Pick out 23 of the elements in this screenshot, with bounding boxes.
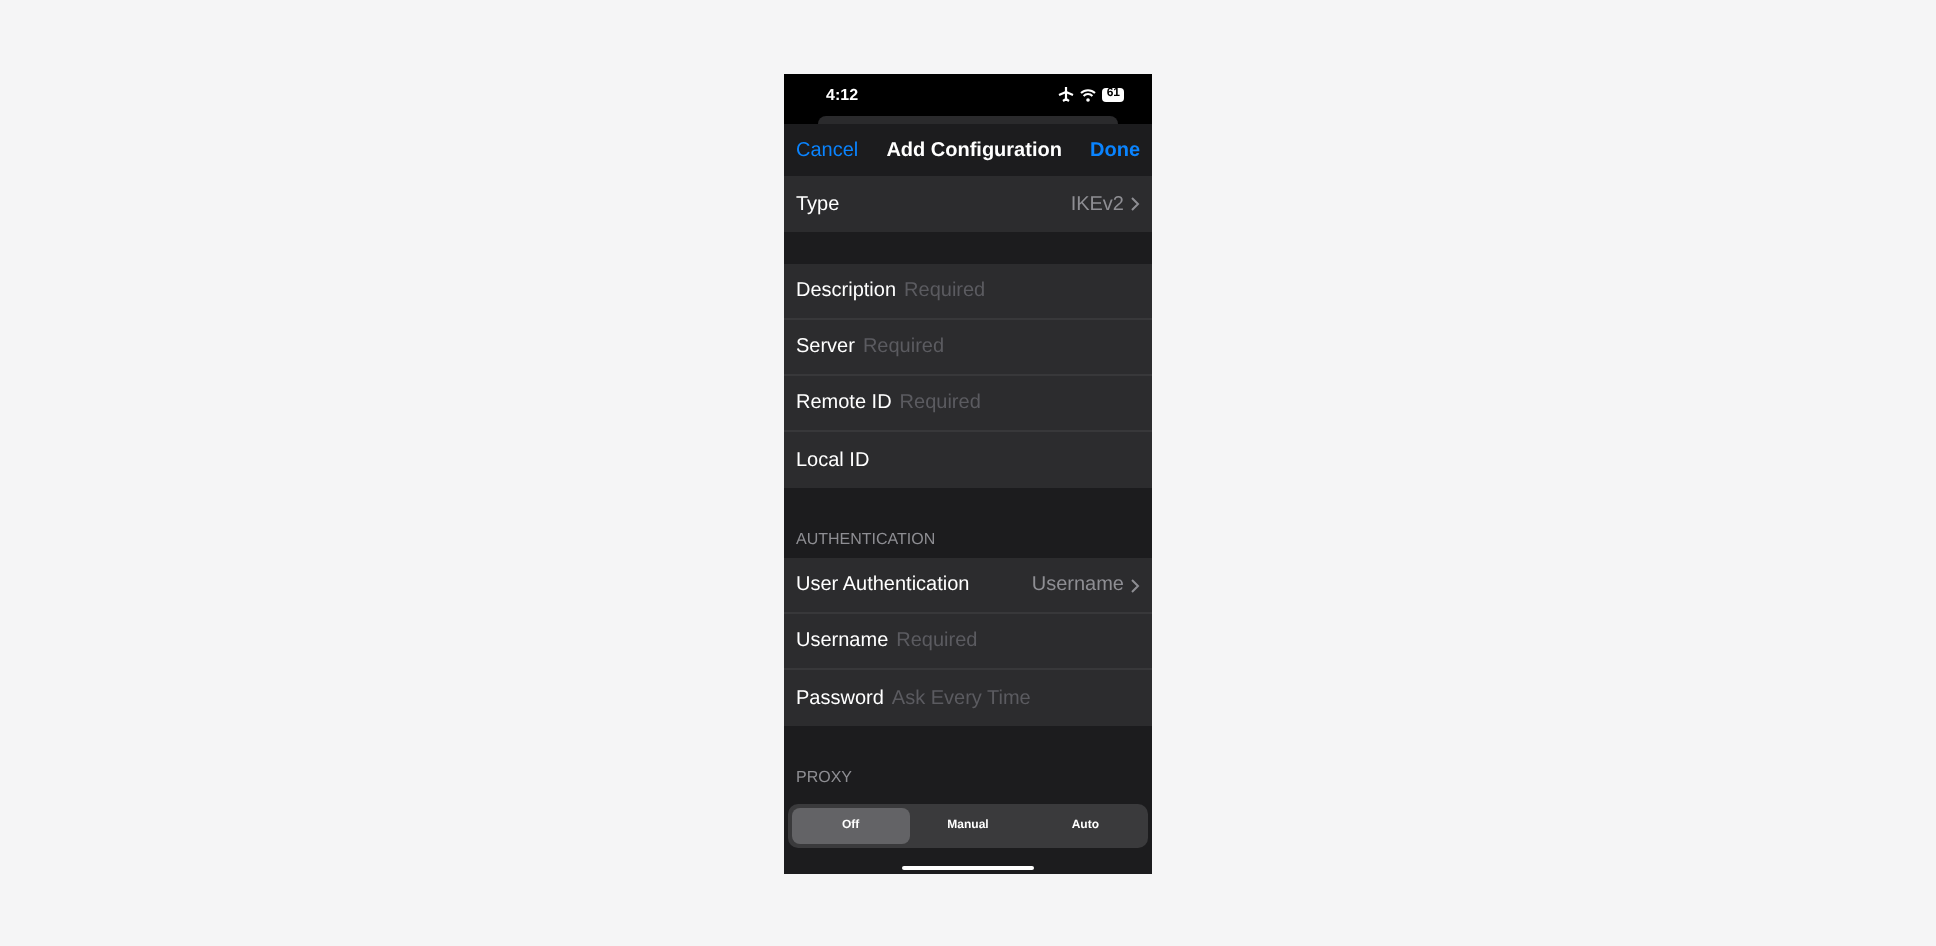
done-button[interactable]: Done (1090, 139, 1140, 161)
field-label: Description (796, 280, 897, 302)
home-indicator (902, 866, 1034, 870)
row-label: Type (796, 193, 840, 215)
settings-row[interactable]: Type IKEv2 (784, 176, 1152, 232)
status-time: 4:12 (826, 85, 859, 103)
nav-title: Add Configuration (886, 139, 1062, 161)
settings-row[interactable]: User Authentication Username (784, 558, 1152, 614)
section-header: PROXY (796, 768, 853, 786)
chevron-icon (1130, 577, 1140, 593)
field-label: Password (796, 687, 884, 709)
row-label: User Authentication (796, 574, 970, 596)
row-value: IKEv2 (1070, 193, 1124, 215)
section-header: AUTHENTICATION (796, 530, 936, 548)
chevron-icon (1130, 196, 1140, 212)
field-label: Username (796, 630, 889, 652)
field-label: Server (796, 336, 855, 358)
field-label: Remote ID (796, 392, 892, 414)
cancel-button[interactable]: Cancel (796, 139, 859, 161)
row-value: Username (1031, 574, 1124, 596)
airplane-icon (1058, 86, 1075, 102)
field-label: Local ID (796, 449, 870, 471)
wifi-icon (1080, 87, 1097, 101)
